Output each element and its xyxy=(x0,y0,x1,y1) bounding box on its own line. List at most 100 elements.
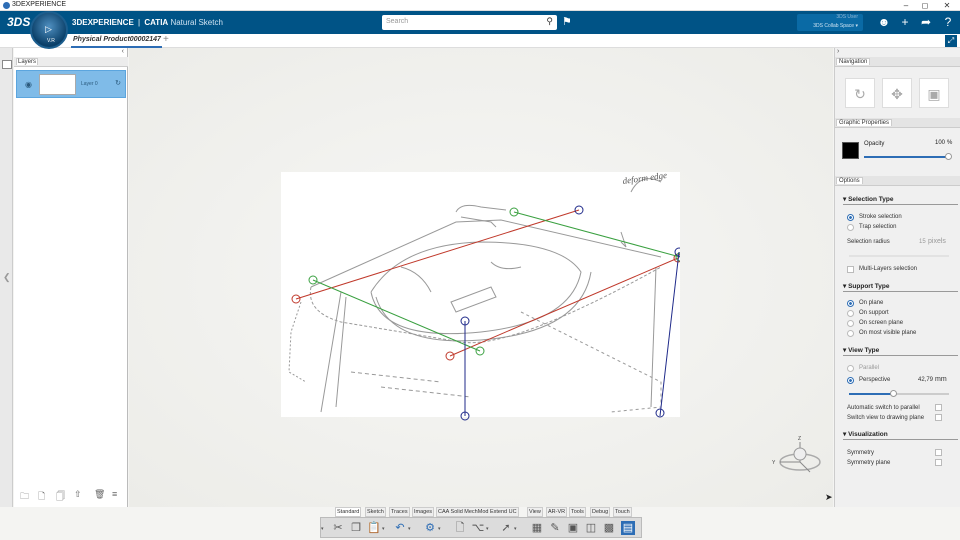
page-icon[interactable]: 🗋 xyxy=(453,521,467,535)
support-type-section[interactable]: ▾ Support Type xyxy=(843,282,958,292)
tab-images[interactable]: Images xyxy=(412,507,435,517)
close-button[interactable]: ✕ xyxy=(937,0,957,11)
red-curve-top[interactable] xyxy=(295,209,580,300)
switch-view-checkbox[interactable] xyxy=(935,414,942,421)
options-tab[interactable]: Options xyxy=(836,177,863,184)
new-layer-icon[interactable]: 🗋 xyxy=(38,489,45,505)
3d-orientation-compass[interactable]: Z Y xyxy=(768,432,828,482)
symmetry-checkbox[interactable] xyxy=(935,449,942,456)
blue-control-point[interactable] xyxy=(460,411,470,421)
selection-radius-slider[interactable] xyxy=(849,255,949,257)
search-icon[interactable]: ⚲ xyxy=(546,16,553,27)
copy-icon[interactable]: ❐ xyxy=(349,521,363,535)
blue-control-point[interactable] xyxy=(674,247,680,257)
tab-touch[interactable]: Touch xyxy=(613,507,632,517)
new-folder-icon[interactable]: 🗀 xyxy=(20,489,29,505)
blue-curve-group[interactable] xyxy=(460,205,680,417)
eye-icon[interactable]: ◉ xyxy=(25,80,32,89)
stroke-selection-radio[interactable] xyxy=(847,214,854,221)
3ds-logo-icon[interactable]: 3DS xyxy=(7,15,30,29)
panel-collapse-button[interactable]: ‹ xyxy=(122,48,124,55)
document-tab[interactable]: Physical Product00002147 xyxy=(73,36,161,43)
chevron-down-icon[interactable]: ▾ xyxy=(382,526,385,532)
compass-widget[interactable]: ▷ V.R xyxy=(30,11,68,49)
select-tool-icon[interactable]: ➚ xyxy=(499,521,513,535)
symmetry-plane-checkbox[interactable] xyxy=(935,459,942,466)
play-icon[interactable]: ▷ xyxy=(45,24,52,35)
blue-endpoint-marker[interactable] xyxy=(455,405,475,425)
minimize-button[interactable]: – xyxy=(896,0,916,11)
delete-layer-icon[interactable]: 🗑 xyxy=(94,489,105,500)
share-icon[interactable]: ➦ xyxy=(918,15,934,29)
blue-curve-right[interactable] xyxy=(659,251,680,417)
search-box[interactable]: Search ⚲ xyxy=(382,15,557,30)
tab-view[interactable]: View xyxy=(527,507,543,517)
chevron-down-icon[interactable]: ▾ xyxy=(321,526,324,532)
layer-options-icon[interactable]: ≡ xyxy=(112,489,117,499)
settings-icon[interactable]: ⚙ xyxy=(423,521,437,535)
duplicate-layer-icon[interactable]: 🗍 xyxy=(56,489,65,505)
chevron-right-icon[interactable]: › xyxy=(837,48,839,55)
tab-traces[interactable]: Traces xyxy=(389,507,410,517)
undo-icon[interactable]: ↶ xyxy=(393,521,407,535)
red-curve-group[interactable] xyxy=(291,209,680,361)
sketch-mode-icon[interactable]: ▤ xyxy=(621,521,635,535)
tab-standard[interactable]: Standard xyxy=(335,507,362,517)
opacity-slider[interactable] xyxy=(864,153,952,160)
auto-switch-checkbox[interactable] xyxy=(935,404,942,411)
measure-icon[interactable]: ⌥ xyxy=(471,521,485,535)
maximize-button[interactable]: ◻ xyxy=(915,0,935,11)
add-tab-button[interactable]: + xyxy=(163,34,169,45)
move-up-icon[interactable]: ⇧ xyxy=(74,489,82,500)
tab-caa-solid[interactable]: CAA Solid MechMod Extend UC xyxy=(436,507,519,517)
layers-tab[interactable]: Layers xyxy=(16,58,39,65)
on-plane-radio[interactable] xyxy=(847,300,854,307)
fit-all-icon[interactable]: ▣ xyxy=(919,78,949,108)
selection-type-section[interactable]: ▾ Selection Type xyxy=(843,195,958,205)
on-support-radio[interactable] xyxy=(847,310,854,317)
collab-space-selector[interactable]: 3DS User 3DS Collab Space ▾ xyxy=(797,14,863,31)
view-type-section[interactable]: ▾ View Type xyxy=(843,346,958,356)
trap-selection-radio[interactable] xyxy=(847,224,854,231)
chevron-down-icon[interactable]: ▾ xyxy=(514,526,517,532)
perspective-radio[interactable] xyxy=(847,377,854,384)
color-swatch[interactable] xyxy=(842,142,859,159)
sketch-canvas[interactable]: deform edge xyxy=(281,172,680,417)
perspective-slider[interactable] xyxy=(849,390,949,397)
chevron-down-icon[interactable]: ▾ xyxy=(408,526,411,532)
tag-icon[interactable]: ⚑ xyxy=(562,15,572,28)
blue-endpoint-marker[interactable] xyxy=(650,403,670,423)
parallel-radio[interactable] xyxy=(847,365,854,372)
navigation-tab[interactable]: Navigation xyxy=(836,58,871,65)
visualization-section[interactable]: ▾ Visualization xyxy=(843,430,958,440)
graphic-properties-tab[interactable]: Graphic Properties xyxy=(836,119,893,126)
compass-center[interactable] xyxy=(793,447,807,461)
user-icon[interactable]: ☻ xyxy=(876,15,892,29)
chevron-down-icon[interactable]: ▾ xyxy=(486,526,489,532)
perspective-slider-knob[interactable] xyxy=(890,390,897,397)
green-curve-top[interactable] xyxy=(513,211,680,258)
layers-panel-icon[interactable] xyxy=(2,60,12,69)
tab-tools[interactable]: Tools xyxy=(569,507,586,517)
expand-icon[interactable]: ⤢ xyxy=(945,35,957,47)
lock-icon[interactable]: ↻ xyxy=(115,79,121,87)
blue-control-point[interactable] xyxy=(655,408,665,418)
capture-icon[interactable]: ▣ xyxy=(566,521,580,535)
chevron-left-icon[interactable]: ❮ xyxy=(3,272,11,283)
paste-icon[interactable]: 📋 xyxy=(367,521,381,535)
on-most-visible-plane-radio[interactable] xyxy=(847,330,854,337)
brush-icon[interactable]: ✎ xyxy=(548,521,562,535)
book-icon[interactable]: ▩ xyxy=(602,521,616,535)
opacity-slider-knob[interactable] xyxy=(945,153,952,160)
image-icon[interactable]: ◫ xyxy=(584,521,598,535)
chevron-down-icon[interactable]: ▾ xyxy=(438,526,441,532)
red-curve-bottom[interactable] xyxy=(449,257,679,357)
tab-debug[interactable]: Debug xyxy=(590,507,611,517)
cut-icon[interactable]: ✂ xyxy=(331,521,345,535)
on-screen-plane-radio[interactable] xyxy=(847,320,854,327)
layer-stack-icon[interactable]: ▦ xyxy=(530,521,544,535)
rotate-icon[interactable]: ↻ xyxy=(845,78,875,108)
tab-sketch[interactable]: Sketch xyxy=(365,507,386,517)
help-icon[interactable]: ? xyxy=(940,15,956,29)
pan-icon[interactable]: ✥ xyxy=(882,78,912,108)
